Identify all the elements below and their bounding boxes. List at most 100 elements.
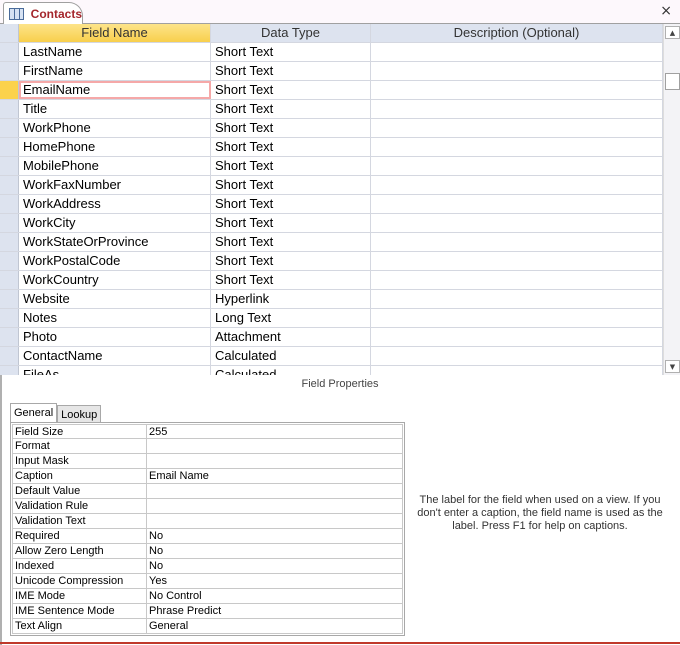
- property-value[interactable]: [147, 484, 402, 498]
- data-type-cell[interactable]: Short Text: [211, 81, 371, 99]
- row-selector[interactable]: [0, 138, 19, 156]
- description-cell[interactable]: [371, 81, 663, 99]
- property-value[interactable]: Phrase Predict: [147, 604, 402, 618]
- row-selector[interactable]: [0, 252, 19, 270]
- scroll-thumb[interactable]: [665, 73, 680, 90]
- field-row[interactable]: WorkPhone Short Text: [0, 119, 663, 138]
- field-row[interactable]: WorkFaxNumber Short Text: [0, 176, 663, 195]
- scroll-up-button[interactable]: ▲: [665, 26, 680, 39]
- description-cell[interactable]: [371, 252, 663, 270]
- description-cell[interactable]: [371, 271, 663, 289]
- field-row[interactable]: MobilePhone Short Text: [0, 157, 663, 176]
- scroll-down-button[interactable]: ▼: [665, 360, 680, 373]
- field-row[interactable]: EmailName Short Text: [0, 81, 663, 100]
- row-selector[interactable]: [0, 195, 19, 213]
- property-value[interactable]: Email Name: [147, 469, 402, 483]
- data-type-cell[interactable]: Short Text: [211, 214, 371, 232]
- description-cell[interactable]: [371, 233, 663, 251]
- description-cell[interactable]: [371, 119, 663, 137]
- field-name-cell[interactable]: LastName: [19, 43, 211, 61]
- description-cell[interactable]: [371, 290, 663, 308]
- field-name-cell[interactable]: EmailName: [19, 81, 211, 99]
- field-name-cell[interactable]: Notes: [19, 309, 211, 327]
- data-type-cell[interactable]: Short Text: [211, 62, 371, 80]
- data-type-cell[interactable]: Long Text: [211, 309, 371, 327]
- data-type-cell[interactable]: Short Text: [211, 176, 371, 194]
- field-row[interactable]: WorkCity Short Text: [0, 214, 663, 233]
- property-value[interactable]: [147, 439, 402, 453]
- vertical-scrollbar[interactable]: ▲ ▼: [663, 24, 680, 375]
- row-selector[interactable]: [0, 347, 19, 365]
- row-selector[interactable]: [0, 309, 19, 327]
- row-selector[interactable]: [0, 62, 19, 80]
- field-row[interactable]: Website Hyperlink: [0, 290, 663, 309]
- description-cell[interactable]: [371, 157, 663, 175]
- select-all-corner[interactable]: [0, 24, 19, 42]
- field-row[interactable]: WorkAddress Short Text: [0, 195, 663, 214]
- row-selector[interactable]: [0, 100, 19, 118]
- field-name-cell[interactable]: Photo: [19, 328, 211, 346]
- description-cell[interactable]: [371, 328, 663, 346]
- data-type-cell[interactable]: Short Text: [211, 157, 371, 175]
- row-selector[interactable]: [0, 214, 19, 232]
- field-name-cell[interactable]: FileAs: [19, 366, 211, 375]
- data-type-cell[interactable]: Short Text: [211, 252, 371, 270]
- property-value[interactable]: No Control: [147, 589, 402, 603]
- field-row[interactable]: WorkStateOrProvince Short Text: [0, 233, 663, 252]
- description-cell[interactable]: [371, 347, 663, 365]
- field-row[interactable]: WorkCountry Short Text: [0, 271, 663, 290]
- field-name-cell[interactable]: HomePhone: [19, 138, 211, 156]
- description-cell[interactable]: [371, 62, 663, 80]
- row-selector[interactable]: [0, 81, 19, 99]
- data-type-cell[interactable]: Short Text: [211, 119, 371, 137]
- row-selector[interactable]: [0, 328, 19, 346]
- property-value[interactable]: [147, 514, 402, 528]
- field-name-cell[interactable]: ContactName: [19, 347, 211, 365]
- field-name-cell[interactable]: WorkCity: [19, 214, 211, 232]
- row-selector[interactable]: [0, 157, 19, 175]
- field-name-cell[interactable]: WorkStateOrProvince: [19, 233, 211, 251]
- property-value[interactable]: 255: [147, 425, 402, 438]
- field-row[interactable]: Notes Long Text: [0, 309, 663, 328]
- row-selector[interactable]: [0, 290, 19, 308]
- data-type-cell[interactable]: Short Text: [211, 195, 371, 213]
- data-type-cell[interactable]: Calculated: [211, 366, 371, 375]
- row-selector[interactable]: [0, 233, 19, 251]
- field-name-cell[interactable]: Title: [19, 100, 211, 118]
- property-value[interactable]: General: [147, 619, 402, 633]
- description-cell[interactable]: [371, 214, 663, 232]
- property-value[interactable]: Yes: [147, 574, 402, 588]
- field-name-cell[interactable]: WorkPhone: [19, 119, 211, 137]
- property-value[interactable]: No: [147, 529, 402, 543]
- field-name-cell[interactable]: MobilePhone: [19, 157, 211, 175]
- tab-lookup[interactable]: Lookup: [57, 405, 102, 422]
- field-name-cell[interactable]: FirstName: [19, 62, 211, 80]
- row-selector[interactable]: [0, 119, 19, 137]
- tab-general[interactable]: General: [10, 403, 58, 423]
- tab-contacts[interactable]: Contacts: [3, 2, 83, 25]
- field-name-cell[interactable]: WorkCountry: [19, 271, 211, 289]
- field-row[interactable]: ContactName Calculated: [0, 347, 663, 366]
- field-row[interactable]: WorkPostalCode Short Text: [0, 252, 663, 271]
- property-value[interactable]: [147, 499, 402, 513]
- field-row[interactable]: Photo Attachment: [0, 328, 663, 347]
- row-selector[interactable]: [0, 366, 19, 375]
- description-cell[interactable]: [371, 176, 663, 194]
- property-value[interactable]: No: [147, 559, 402, 573]
- field-row[interactable]: FileAs Calculated: [0, 366, 663, 375]
- data-type-cell[interactable]: Short Text: [211, 233, 371, 251]
- field-name-cell[interactable]: WorkFaxNumber: [19, 176, 211, 194]
- property-value[interactable]: [147, 454, 402, 468]
- data-type-cell[interactable]: Short Text: [211, 100, 371, 118]
- data-type-cell[interactable]: Short Text: [211, 271, 371, 289]
- data-type-cell[interactable]: Attachment: [211, 328, 371, 346]
- data-type-cell[interactable]: Hyperlink: [211, 290, 371, 308]
- description-cell[interactable]: [371, 138, 663, 156]
- row-selector[interactable]: [0, 176, 19, 194]
- row-selector[interactable]: [0, 43, 19, 61]
- description-cell[interactable]: [371, 366, 663, 375]
- description-cell[interactable]: [371, 100, 663, 118]
- field-row[interactable]: HomePhone Short Text: [0, 138, 663, 157]
- data-type-cell[interactable]: Short Text: [211, 43, 371, 61]
- field-row[interactable]: FirstName Short Text: [0, 62, 663, 81]
